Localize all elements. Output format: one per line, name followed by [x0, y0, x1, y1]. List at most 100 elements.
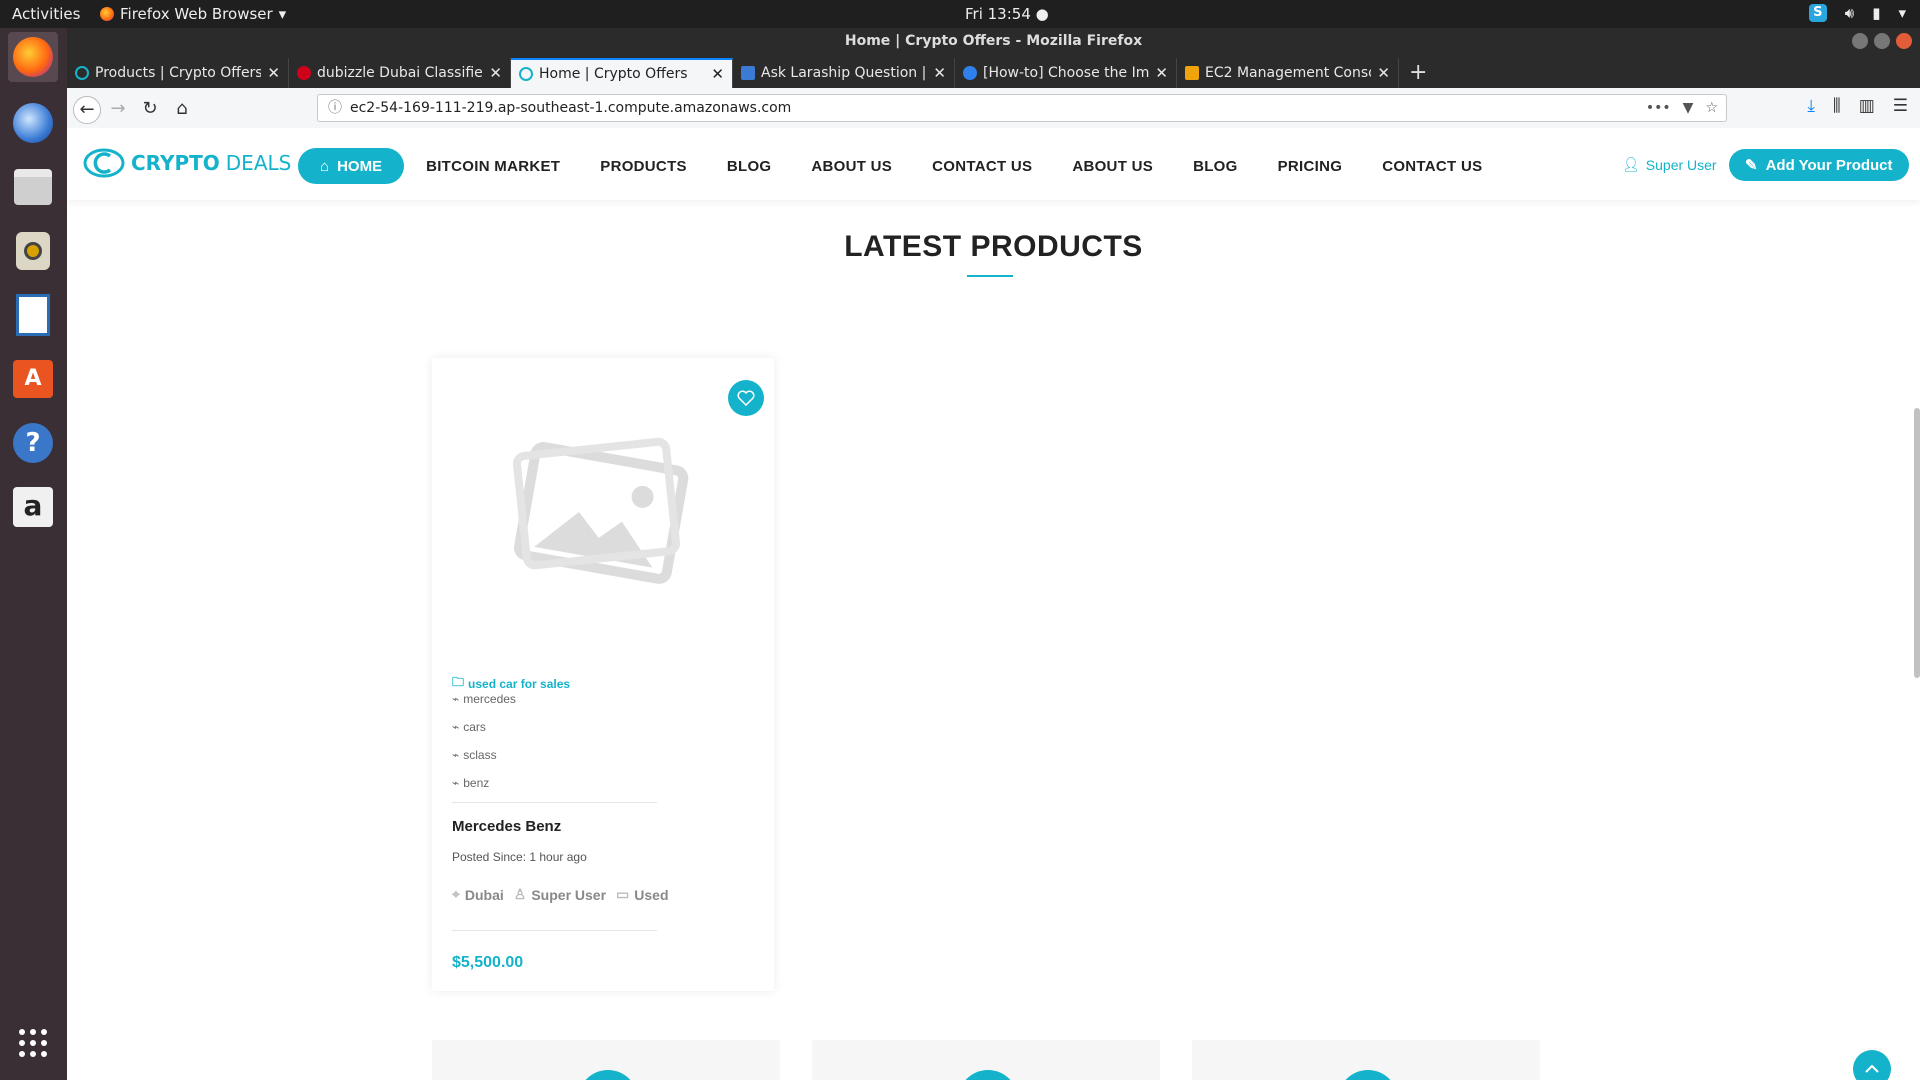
favorite-button[interactable] [728, 380, 764, 416]
more-actions-icon[interactable]: ••• [1646, 95, 1671, 121]
tab[interactable]: Products | Crypto Offers ✕ [67, 58, 289, 88]
product-tag[interactable]: ⌁ cars [452, 720, 486, 734]
menu-blog[interactable]: BLOG [727, 158, 772, 175]
close-tab-icon[interactable]: ✕ [1377, 64, 1390, 82]
chevron-down-icon: ▾ [278, 5, 287, 23]
image-placeholder-icon [512, 437, 689, 584]
site-info-icon[interactable]: ⓘ [328, 95, 342, 121]
address-bar[interactable]: ⓘ ec2-54-169-111-219.ap-southeast-1.comp… [317, 94, 1727, 122]
product-tag[interactable]: ⌁ benz [452, 776, 489, 790]
bookmark-star-icon[interactable]: ☆ [1705, 95, 1718, 121]
chevron-down-icon[interactable]: ▾ [1898, 4, 1906, 22]
dock-help[interactable]: ? [8, 418, 58, 468]
scroll-to-top-button[interactable] [1853, 1050, 1891, 1080]
tab-title: EC2 Management Conso [1205, 65, 1372, 81]
menu-pricing[interactable]: PRICING [1278, 158, 1343, 175]
app-menu[interactable]: Firefox Web Browser ▾ [100, 5, 286, 23]
tab[interactable]: [How-to] Choose the Ima ✕ [955, 58, 1177, 88]
site-header: CRYPTO DEALS ⌂ HOME BITCOIN MARKET PRODU… [67, 128, 1920, 200]
menu-home[interactable]: ⌂ HOME [298, 148, 405, 184]
amazon-icon: a [13, 487, 53, 527]
dock-files[interactable] [8, 162, 58, 212]
page-scrollbar[interactable] [1914, 408, 1920, 678]
product-tag[interactable]: ⌁ mercedes [452, 692, 516, 706]
user-account-link[interactable]: 👤︎ Super User [1622, 156, 1717, 173]
menu-contact-us[interactable]: CONTACT US [932, 158, 1032, 175]
downloads-icon[interactable]: ⤓ [1807, 96, 1815, 116]
menu-home-label: HOME [337, 157, 383, 175]
product-location: ⌖ Dubai [452, 886, 504, 903]
logo-text-light: DEALS [225, 151, 292, 175]
home-icon: ⌂ [320, 157, 330, 175]
dock-amazon[interactable]: a [8, 482, 58, 532]
show-applications-button[interactable] [8, 1018, 58, 1068]
minimize-button[interactable] [1852, 33, 1868, 49]
new-tab-button[interactable]: + [1399, 58, 1437, 88]
heart-icon [737, 390, 755, 406]
tab[interactable]: Ask Laraship Question | L ✕ [733, 58, 955, 88]
back-button[interactable]: ← [73, 96, 101, 124]
product-location-label: Dubai [464, 886, 504, 903]
tab-strip: Products | Crypto Offers ✕ dubizzle Duba… [67, 54, 1920, 88]
close-tab-icon[interactable]: ✕ [711, 65, 724, 83]
activities-button[interactable]: Activities [12, 5, 80, 23]
product-tag-label: sclass [463, 748, 497, 762]
tab-title: [How-to] Choose the Ima [983, 65, 1150, 81]
tab[interactable]: EC2 Management Conso ✕ [1177, 58, 1399, 88]
close-tab-icon[interactable]: ✕ [489, 64, 502, 82]
close-tab-icon[interactable]: ✕ [267, 64, 280, 82]
menu-about-us-2[interactable]: ABOUT US [1072, 158, 1153, 175]
dock-thunderbird[interactable] [8, 98, 58, 148]
dock-software[interactable]: A [8, 354, 58, 404]
product-tag-label: benz [463, 776, 490, 790]
menu-products[interactable]: PRODUCTS [600, 158, 687, 175]
grid-icon [19, 1029, 47, 1057]
product-card[interactable]: 🗀︎ used car for sales ⌁ mercedes ⌁ cars … [432, 358, 774, 991]
battery-icon[interactable]: ▮ [1872, 4, 1880, 22]
dock-firefox[interactable] [8, 32, 58, 82]
product-condition-label: Used [634, 886, 669, 903]
clock[interactable]: Fri 13:54 ● [965, 5, 1049, 23]
product-tag[interactable]: ⌁ sclass [452, 748, 497, 762]
tab[interactable]: dubizzle Dubai Classified ✕ [289, 58, 511, 88]
title-underline [967, 275, 1013, 277]
page-actions: ••• ▼ ☆ [1646, 95, 1718, 121]
reload-button[interactable]: ↻ [137, 96, 163, 122]
firefox-icon [13, 37, 53, 77]
logo-text-bold: CRYPTO [131, 151, 220, 175]
sidebar-icon[interactable]: ▥ [1859, 96, 1875, 116]
menu-bitcoin-market[interactable]: BITCOIN MARKET [426, 158, 560, 175]
home-button[interactable]: ⌂ [169, 96, 195, 122]
calendar-icon: ▭ [616, 886, 630, 902]
window-title: Home | Crypto Offers - Mozilla Firefox [844, 33, 1143, 49]
tab-active[interactable]: Home | Crypto Offers ✕ [511, 58, 733, 88]
site-logo[interactable]: CRYPTO DEALS [83, 148, 291, 178]
library-icon[interactable]: ⫼ [1833, 96, 1841, 116]
menu-about-us[interactable]: ABOUT US [811, 158, 892, 175]
product-category-link[interactable]: 🗀︎ used car for sales [452, 673, 570, 694]
product-meta: ⌖ Dubai ♙ Super User ▭ Used [452, 886, 677, 903]
map-pin-icon: ⌖ [452, 886, 460, 902]
toolbar-right: ⤓ ⫼ ▥ ☰ [1807, 96, 1908, 116]
forward-button[interactable]: → [105, 96, 131, 122]
section-title: LATEST PRODUCTS [844, 230, 1143, 263]
menu-icon[interactable]: ☰ [1893, 96, 1908, 116]
tag-icon: ⌁ [452, 692, 460, 706]
dock-writer[interactable] [8, 290, 58, 340]
menu-blog-2[interactable]: BLOG [1193, 158, 1238, 175]
close-tab-icon[interactable]: ✕ [933, 64, 946, 82]
volume-icon[interactable]: 🔊︎ [1845, 4, 1854, 22]
close-window-button[interactable] [1896, 33, 1912, 49]
pocket-icon[interactable]: ▼ [1683, 95, 1694, 121]
dock-rhythmbox[interactable] [8, 226, 58, 276]
skype-icon[interactable]: S [1808, 4, 1827, 22]
close-tab-icon[interactable]: ✕ [1155, 64, 1168, 82]
maximize-button[interactable] [1874, 33, 1890, 49]
tag-icon: ⌁ [452, 748, 460, 762]
system-tray[interactable]: S 🔊︎ ▮ ▾ [1808, 4, 1906, 22]
product-name[interactable]: Mercedes Benz [452, 818, 561, 835]
add-product-button[interactable]: ✎ Add Your Product [1729, 149, 1909, 181]
main-menu: ⌂ HOME BITCOIN MARKET PRODUCTS BLOG ABOU… [298, 148, 1482, 184]
menu-contact-us-2[interactable]: CONTACT US [1382, 158, 1482, 175]
url-text[interactable]: ec2-54-169-111-219.ap-southeast-1.comput… [350, 95, 791, 121]
